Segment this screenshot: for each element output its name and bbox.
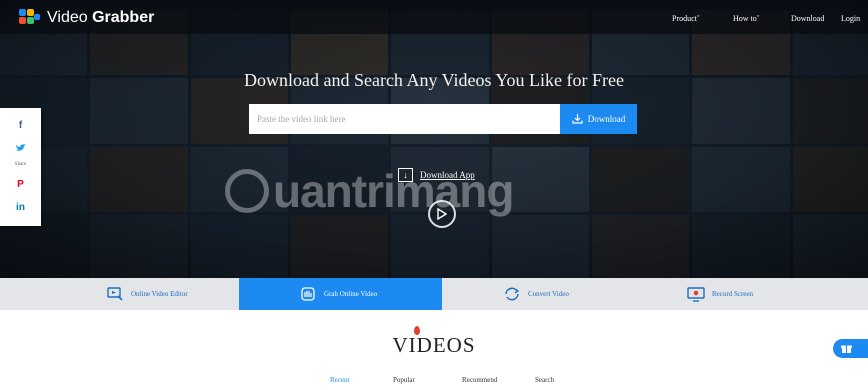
tab-recent[interactable]: Recent — [330, 376, 349, 384]
twitter-icon[interactable] — [15, 143, 26, 155]
feature-bar: Online Video Editor Grab Online Video Co… — [0, 278, 868, 310]
feature-label: Grab Online Video — [324, 290, 378, 298]
gift-icon — [841, 345, 852, 353]
feature-record-screen[interactable]: Record Screen — [687, 278, 753, 310]
videos-title: VIDEOS — [392, 333, 476, 357]
facebook-icon[interactable]: f — [19, 120, 22, 131]
download-button-label: Download — [587, 114, 626, 124]
share-label: Share — [14, 161, 27, 167]
hero-headline: Download and Search Any Videos You Like … — [243, 70, 625, 90]
feature-label: Online Video Editor — [131, 290, 188, 298]
feature-label: Record Screen — [712, 290, 754, 298]
logo-text: Video — [47, 9, 93, 26]
record-screen-icon — [687, 286, 705, 302]
video-grabber-logo-icon — [19, 9, 41, 27]
play-icon[interactable] — [428, 200, 456, 228]
video-editor-icon — [106, 287, 124, 301]
feature-convert-video[interactable]: Convert Video — [503, 278, 569, 310]
logo-text-bold: Grabber — [92, 9, 155, 26]
chevron-down-icon: ˇ — [756, 14, 760, 23]
nav-download[interactable]: Download — [791, 14, 824, 23]
gift-promo-button[interactable] — [833, 339, 868, 358]
download-icon — [572, 114, 583, 124]
social-share-sidebar: f Share P in — [0, 108, 41, 226]
download-button[interactable]: Download — [560, 104, 637, 134]
grab-hand-icon — [299, 287, 317, 301]
nav-how-to[interactable]: How toˇ — [733, 14, 759, 23]
lightbulb-icon — [225, 169, 269, 213]
feature-online-video-editor[interactable]: Online Video Editor — [106, 278, 188, 310]
feature-grab-online-video[interactable]: Grab Online Video — [239, 278, 442, 310]
convert-icon — [503, 287, 521, 301]
download-app-link[interactable]: ↓ Download App — [398, 168, 475, 182]
tab-popular[interactable]: Popular — [393, 376, 415, 384]
tab-search[interactable]: Search — [535, 376, 554, 384]
download-arrow-icon: ↓ — [398, 168, 413, 182]
feature-label: Convert Video — [528, 290, 569, 298]
chevron-down-icon: ˇ — [696, 14, 700, 23]
video-grabber-logo[interactable]: Video Grabber — [19, 9, 154, 27]
download-app-label: Download App — [420, 170, 475, 180]
video-link-input[interactable] — [249, 104, 560, 134]
nav-product[interactable]: Productˇ — [672, 14, 700, 23]
tab-recommend[interactable]: Recommend — [462, 376, 497, 384]
linkedin-icon[interactable]: in — [16, 203, 25, 213]
hero-banner: Video Grabber Productˇ How toˇ Download … — [0, 0, 868, 278]
pinterest-icon[interactable]: P — [17, 180, 24, 190]
nav-login[interactable]: Login — [841, 14, 860, 23]
